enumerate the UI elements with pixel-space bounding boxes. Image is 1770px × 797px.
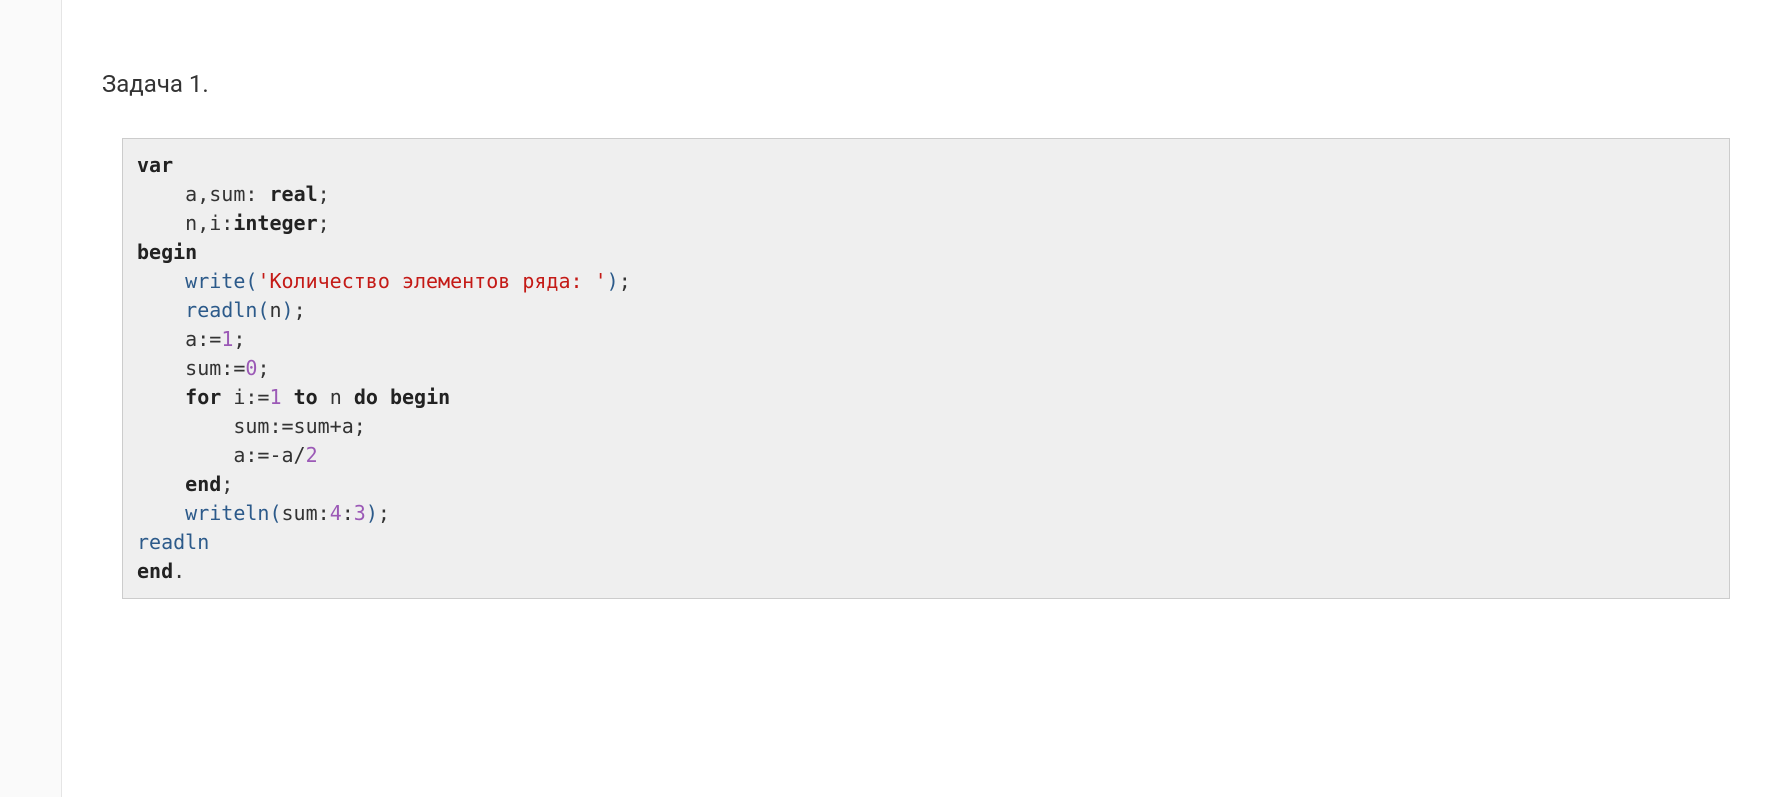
kw-integer: integer xyxy=(233,211,317,235)
kw-real: real xyxy=(269,182,317,206)
kw-begin2: begin xyxy=(390,385,450,409)
num-2: 2 xyxy=(306,443,318,467)
stmt-sum: sum:=sum+a xyxy=(233,414,353,438)
decl-int-vars: n,i xyxy=(185,211,221,235)
kw-to: to xyxy=(294,385,318,409)
decl-real-vars: a,sum xyxy=(185,182,245,206)
string-prompt: 'Количество элементов ряда: ' xyxy=(257,269,606,293)
var-a: a xyxy=(185,327,197,351)
kw-var: var xyxy=(137,153,173,177)
num-1: 1 xyxy=(221,327,233,351)
fn-write: write xyxy=(185,269,245,293)
kw-do: do xyxy=(354,385,378,409)
num-1b: 1 xyxy=(269,385,281,409)
var-sum: sum xyxy=(185,356,221,380)
num-3: 3 xyxy=(354,501,366,525)
kw-end-final: end xyxy=(137,559,173,583)
sidebar-border xyxy=(0,0,62,797)
kw-for: for xyxy=(185,385,221,409)
fn-readln2: readln xyxy=(137,530,209,554)
arg-sum: sum: xyxy=(282,501,330,525)
kw-end-inner: end xyxy=(185,472,221,496)
code-block: var a,sum: real; n,i:integer; begin writ… xyxy=(122,138,1730,599)
fn-writeln: writeln xyxy=(185,501,269,525)
arg-n: n xyxy=(269,298,281,322)
content-area: Задача 1. var a,sum: real; n,i:integer; … xyxy=(62,0,1770,797)
fn-readln: readln xyxy=(185,298,257,322)
num-4: 4 xyxy=(330,501,342,525)
task-heading: Задача 1. xyxy=(102,70,1730,98)
var-i: i xyxy=(233,385,245,409)
var-n2: n xyxy=(330,385,342,409)
num-0: 0 xyxy=(245,356,257,380)
kw-begin: begin xyxy=(137,240,197,264)
stmt-a: a:=-a/ xyxy=(233,443,305,467)
